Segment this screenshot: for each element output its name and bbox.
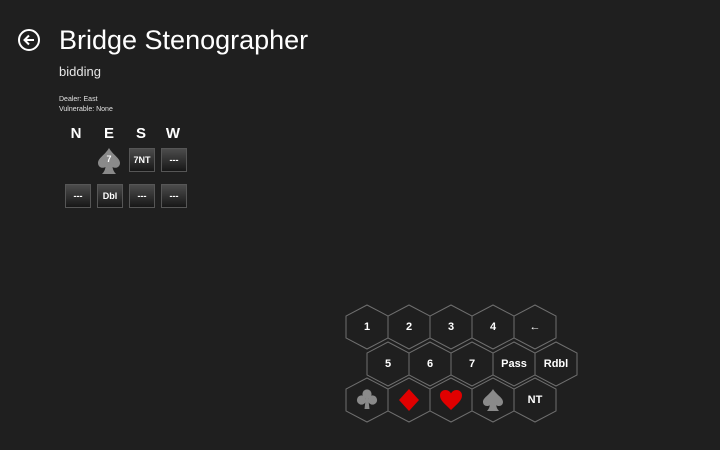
key-backspace[interactable]: ← bbox=[515, 307, 555, 347]
diamond-icon bbox=[399, 389, 419, 411]
bid-west-row1[interactable]: --- bbox=[161, 148, 187, 172]
seat-south-header: S bbox=[135, 125, 146, 142]
key-5[interactable]: 5 bbox=[368, 344, 408, 384]
bid-south-row1[interactable]: 7NT bbox=[129, 148, 155, 172]
back-arrow-icon bbox=[23, 34, 34, 46]
back-button[interactable] bbox=[18, 29, 40, 51]
bid-north-row2[interactable]: --- bbox=[65, 184, 91, 208]
dealer-info: Dealer: East bbox=[59, 96, 98, 103]
bid-south-row2[interactable]: --- bbox=[129, 184, 155, 208]
club-icon bbox=[356, 389, 378, 409]
key-2[interactable]: 2 bbox=[389, 307, 429, 347]
key-4[interactable]: 4 bbox=[473, 307, 513, 347]
key-notrump[interactable]: NT bbox=[515, 380, 555, 420]
page-subtitle: bidding bbox=[59, 64, 101, 79]
bid-west-row2[interactable]: --- bbox=[161, 184, 187, 208]
key-clubs[interactable] bbox=[347, 380, 387, 420]
key-spades[interactable] bbox=[473, 380, 513, 420]
page-title: Bridge Stenographer bbox=[59, 25, 309, 55]
seat-west-header: W bbox=[165, 125, 181, 142]
bid-level: 7 bbox=[106, 154, 112, 164]
bid-east-row2[interactable]: Dbl bbox=[97, 184, 123, 208]
key-pass[interactable]: Pass bbox=[494, 344, 534, 384]
seat-east-header: E bbox=[103, 125, 114, 142]
heart-icon bbox=[440, 390, 462, 410]
key-1[interactable]: 1 bbox=[347, 307, 387, 347]
key-6[interactable]: 6 bbox=[410, 344, 450, 384]
seat-north-header: N bbox=[70, 125, 82, 142]
key-3[interactable]: 3 bbox=[431, 307, 471, 347]
key-7[interactable]: 7 bbox=[452, 344, 492, 384]
key-diamonds[interactable] bbox=[389, 380, 429, 420]
bid-keypad: 1 2 3 4 ← 5 6 7 Pass Rdbl NT bbox=[0, 0, 720, 450]
spade-icon bbox=[483, 389, 503, 411]
bid-east-row1[interactable]: 7 bbox=[96, 147, 122, 175]
key-redouble[interactable]: Rdbl bbox=[536, 344, 576, 384]
key-hearts[interactable] bbox=[431, 380, 471, 420]
vulnerable-info: Vulnerable: None bbox=[59, 106, 113, 113]
